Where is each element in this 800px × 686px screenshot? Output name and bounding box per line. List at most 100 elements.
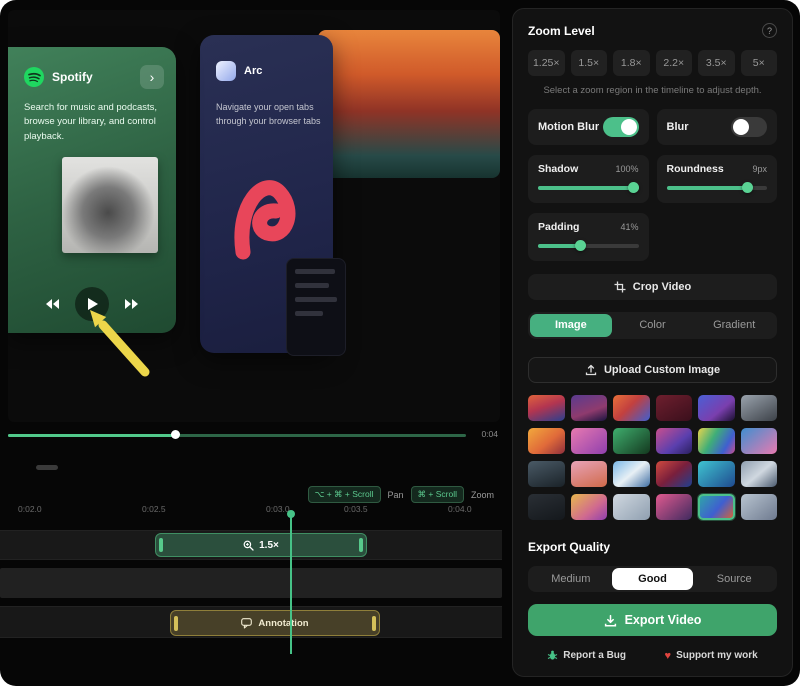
zoom-caption: Select a zoom region in the timeline to … — [528, 85, 777, 96]
zoom-shortcut-pill: ⌘ + Scroll — [411, 486, 464, 503]
wallpaper-thumbnail-6[interactable] — [741, 395, 778, 421]
wallpaper-thumbnail-17[interactable] — [698, 461, 735, 487]
wallpaper-thumbnail-22[interactable] — [656, 494, 693, 520]
ruler-label: 0:02.5 — [142, 504, 166, 514]
wallpaper-thumbnail-13[interactable] — [528, 461, 565, 487]
download-icon — [604, 614, 617, 627]
ruler-label: 0:03.5 — [344, 504, 368, 514]
slider-knob[interactable] — [628, 182, 639, 193]
zoom-option-3.5x[interactable]: 3.5× — [698, 50, 735, 76]
zoom-option-1.5x[interactable]: 1.5× — [571, 50, 608, 76]
motion-blur-label: Motion Blur — [538, 121, 599, 133]
shadow-value: 100% — [615, 164, 638, 174]
tab-color[interactable]: Color — [612, 314, 694, 336]
playback-scrubber[interactable]: 0:04 — [8, 429, 500, 443]
background-tabs: Image Color Gradient — [528, 312, 777, 338]
export-quality-title: Export Quality — [528, 540, 777, 554]
wallpaper-thumbnail-15[interactable] — [613, 461, 650, 487]
spotify-card-title: Spotify — [52, 70, 132, 84]
sunset-wallpaper-card — [318, 30, 500, 178]
crop-video-button[interactable]: Crop Video — [528, 274, 777, 300]
bug-icon — [547, 650, 558, 661]
wallpaper-thumbnail-9[interactable] — [613, 428, 650, 454]
padding-slider[interactable] — [538, 240, 639, 251]
wallpaper-thumbnail-16[interactable] — [656, 461, 693, 487]
support-link[interactable]: ♥ Support my work — [665, 650, 758, 662]
scrubber-handle[interactable] — [171, 430, 180, 439]
wallpaper-thumbnail-2[interactable] — [571, 395, 608, 421]
wallpaper-thumbnail-24[interactable] — [741, 494, 778, 520]
padding-label: Padding — [538, 221, 579, 233]
blur-card: Blur — [657, 109, 778, 145]
scrubber-track[interactable] — [8, 434, 466, 437]
tooltip-text-line — [295, 297, 337, 302]
quality-option-medium[interactable]: Medium — [530, 568, 612, 590]
wallpaper-thumbnail-5[interactable] — [698, 395, 735, 421]
zoom-track[interactable]: 1.5× — [0, 530, 502, 560]
zoom-segment[interactable]: 1.5× — [155, 533, 367, 557]
export-quality-options: Medium Good Source — [528, 566, 777, 592]
wallpaper-thumbnail-7[interactable] — [528, 428, 565, 454]
zoom-option-2.2x[interactable]: 2.2× — [656, 50, 693, 76]
wallpaper-thumbnail-18[interactable] — [741, 461, 778, 487]
annotation-track[interactable]: Annotation — [0, 606, 502, 638]
arc-logo-icon — [216, 61, 236, 81]
wallpaper-thumbnail-20[interactable] — [571, 494, 608, 520]
scrubber-fill — [8, 434, 176, 437]
zoom-hint-label: Zoom — [471, 490, 494, 500]
crop-icon — [614, 281, 626, 293]
wallpaper-thumbnail-8[interactable] — [571, 428, 608, 454]
video-clip-track[interactable] — [0, 568, 502, 598]
toggle-knob — [733, 119, 749, 135]
pan-hint-label: Pan — [388, 490, 404, 500]
wallpaper-thumbnail-23[interactable] — [698, 494, 735, 520]
wallpaper-thumbnail-19[interactable] — [528, 494, 565, 520]
wallpaper-thumbnail-1[interactable] — [528, 395, 565, 421]
previous-track-icon — [45, 298, 61, 310]
wallpaper-thumbnail-10[interactable] — [656, 428, 693, 454]
tooltip-text-line — [295, 283, 329, 288]
playhead[interactable] — [290, 516, 292, 654]
video-preview[interactable]: Arc Navigate your open tabs through your… — [8, 10, 500, 422]
zoom-option-1.8x[interactable]: 1.8× — [613, 50, 650, 76]
zoom-option-5x[interactable]: 5× — [741, 50, 778, 76]
report-bug-label: Report a Bug — [563, 650, 626, 661]
roundness-slider[interactable] — [667, 182, 768, 193]
help-icon[interactable]: ? — [762, 23, 777, 38]
wallpaper-thumbnail-21[interactable] — [613, 494, 650, 520]
zoom-options-row: 1.25× 1.5× 1.8× 2.2× 3.5× 5× — [528, 50, 777, 76]
timeline[interactable]: ⌥ + ⌘ + Scroll Pan ⌘ + Scroll Zoom 0:02.… — [0, 482, 502, 678]
shadow-slider[interactable] — [538, 182, 639, 193]
blur-toggle[interactable] — [731, 117, 767, 137]
spotify-logo-icon — [24, 67, 44, 87]
motion-blur-toggle[interactable] — [603, 117, 639, 137]
timeline-resize-handle[interactable] — [36, 465, 58, 470]
slider-fill — [538, 186, 639, 190]
padding-slider-card: Padding 41% — [528, 213, 649, 261]
tab-gradient[interactable]: Gradient — [693, 314, 775, 336]
spotify-card-description: Search for music and podcasts, browse yo… — [24, 101, 164, 144]
zoom-option-1.25x[interactable]: 1.25× — [528, 50, 565, 76]
quality-option-source[interactable]: Source — [693, 568, 775, 590]
crop-video-label: Crop Video — [633, 281, 691, 293]
quality-option-good[interactable]: Good — [612, 568, 694, 590]
tab-image[interactable]: Image — [530, 314, 612, 336]
wallpaper-thumbnail-4[interactable] — [656, 395, 693, 421]
support-label: Support my work — [676, 650, 758, 661]
roundness-label: Roundness — [667, 163, 724, 175]
arc-card-title: Arc — [244, 65, 262, 77]
wallpaper-thumbnail-11[interactable] — [698, 428, 735, 454]
upload-custom-image-button[interactable]: Upload Custom Image — [528, 357, 777, 383]
upload-custom-image-label: Upload Custom Image — [604, 364, 720, 376]
export-video-button[interactable]: Export Video — [528, 604, 777, 636]
report-bug-link[interactable]: Report a Bug — [547, 650, 626, 661]
slider-knob[interactable] — [742, 182, 753, 193]
wallpaper-thumbnail-12[interactable] — [741, 428, 778, 454]
wallpaper-thumbnail-3[interactable] — [613, 395, 650, 421]
wallpaper-grid — [528, 395, 777, 520]
export-video-label: Export Video — [625, 613, 702, 627]
slider-knob[interactable] — [575, 240, 586, 251]
annotation-segment[interactable]: Annotation — [170, 610, 380, 636]
motion-blur-card: Motion Blur — [528, 109, 649, 145]
wallpaper-thumbnail-14[interactable] — [571, 461, 608, 487]
